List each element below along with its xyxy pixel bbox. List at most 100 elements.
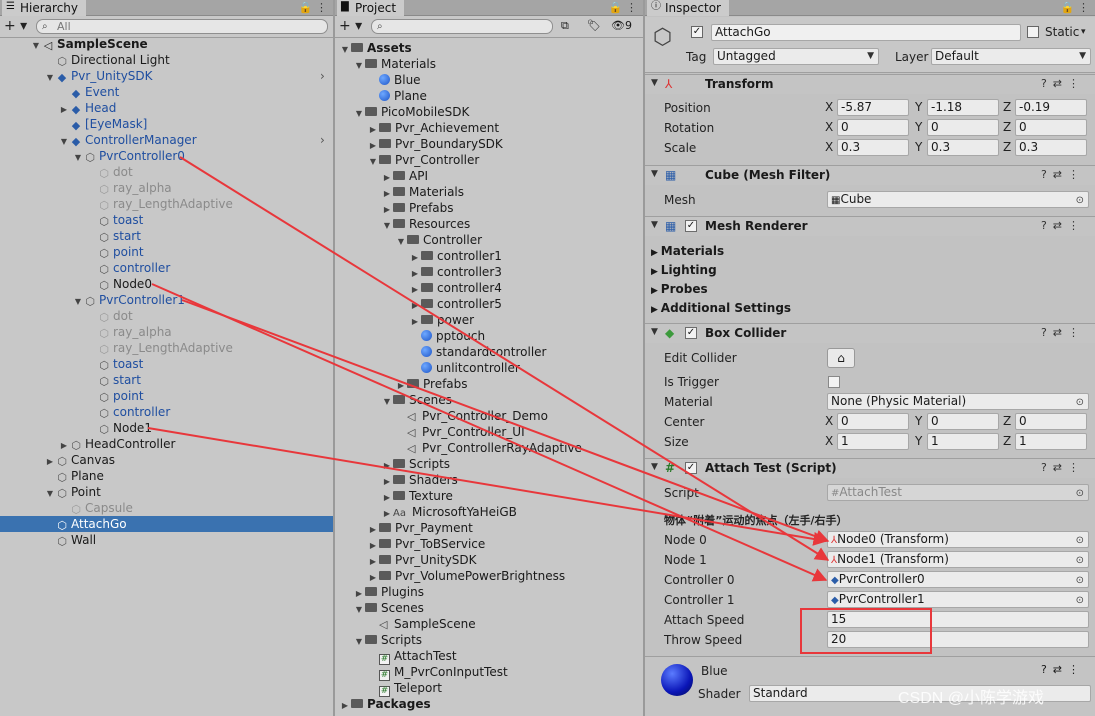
mesh-filter-header[interactable]: ▼ ▦ Cube (Mesh Filter) ?⇄⋮: [645, 165, 1095, 185]
object-name-field[interactable]: AttachGo: [711, 24, 1021, 41]
hierarchy-item[interactable]: ⬡ point: [86, 244, 143, 260]
project-item[interactable]: ▼ Scenes: [381, 392, 452, 408]
project-tab-menu-icon[interactable]: 🔒 ⋮: [609, 1, 637, 14]
expanded-arrow-icon[interactable]: ▼: [44, 486, 56, 502]
expanded-arrow-icon[interactable]: ▼: [381, 394, 393, 410]
project-item[interactable]: unlitcontroller: [409, 360, 520, 376]
project-create-button[interactable]: + ▾: [339, 18, 362, 34]
project-item[interactable]: ▶ API: [381, 168, 428, 184]
transform-header[interactable]: ▼ ⅄ Transform ?⇄⋮: [645, 74, 1095, 94]
object-picker-icon[interactable]: ⊙: [1076, 593, 1084, 607]
size-x-field[interactable]: 1: [837, 433, 909, 450]
position-x-field[interactable]: -5.87: [837, 99, 909, 116]
project-item[interactable]: ▼ Assets: [339, 40, 412, 56]
center-y-field[interactable]: 0: [927, 413, 999, 430]
expand-more-icon[interactable]: ›: [320, 68, 325, 84]
layer-dropdown[interactable]: Default ▼: [931, 48, 1091, 65]
hierarchy-item[interactable]: ▼ ◁ SampleScene: [30, 36, 148, 52]
project-item[interactable]: ▶ controller4: [409, 280, 502, 296]
hierarchy-item[interactable]: ⬡ toast: [86, 212, 143, 228]
expanded-arrow-icon[interactable]: ▼: [395, 234, 407, 250]
project-item[interactable]: # Teleport: [367, 680, 442, 697]
edit-collider-button[interactable]: ⌂: [827, 348, 855, 368]
project-item[interactable]: ◁ Pvr_Controller_Demo: [395, 408, 548, 424]
project-item[interactable]: Blue: [367, 72, 421, 88]
inspector-tab-menu-icon[interactable]: 🔒 ⋮: [1061, 1, 1089, 14]
project-item[interactable]: ▶ Pvr_VolumePowerBrightness: [367, 568, 565, 584]
center-z-field[interactable]: 0: [1015, 413, 1087, 430]
expanded-arrow-icon[interactable]: ▼: [30, 38, 42, 54]
project-item[interactable]: ▶ Pvr_UnitySDK: [367, 552, 477, 568]
project-item[interactable]: # M_PvrConInputTest: [367, 664, 508, 681]
expanded-arrow-icon[interactable]: ▼: [58, 134, 70, 150]
hierarchy-item[interactable]: ▼ ⬡ PvrController0: [72, 148, 185, 164]
project-item[interactable]: ▼ Scenes: [353, 600, 424, 616]
expanded-arrow-icon[interactable]: ▼: [72, 150, 84, 166]
hidden-packages-icon[interactable]: 👁9: [611, 19, 632, 32]
scale-y-field[interactable]: 0.3: [927, 139, 999, 156]
hierarchy-item[interactable]: ⬡ dot: [86, 164, 132, 180]
object-picker-icon[interactable]: ⊙: [1076, 573, 1084, 587]
hierarchy-item[interactable]: ▼ ◆ ControllerManager: [58, 132, 197, 148]
project-item[interactable]: ▶ Texture: [381, 488, 453, 504]
project-item[interactable]: ▼ Controller: [395, 232, 482, 248]
is-trigger-checkbox[interactable]: [828, 376, 840, 388]
expanded-arrow-icon[interactable]: ▼: [353, 106, 365, 122]
active-checkbox[interactable]: ✓: [691, 26, 703, 38]
hierarchy-item[interactable]: ⬡ dot: [86, 308, 132, 324]
hierarchy-item[interactable]: ⬡ Plane: [44, 468, 104, 484]
mesh-renderer-section[interactable]: ▶ Materials: [651, 243, 724, 259]
component-tools-icon[interactable]: ?⇄⋮: [1041, 663, 1085, 676]
tag-dropdown[interactable]: Untagged ▼: [713, 48, 879, 65]
box-collider-enabled-checkbox[interactable]: ✓: [685, 327, 697, 339]
project-item[interactable]: ▶ controller3: [409, 264, 502, 280]
project-item[interactable]: ▶ Plugins: [353, 584, 424, 600]
shader-dropdown[interactable]: Standard: [749, 685, 1091, 702]
project-item[interactable]: ▼ Resources: [381, 216, 470, 232]
object-picker-icon[interactable]: ⊙: [1076, 553, 1084, 567]
expanded-arrow-icon[interactable]: ▼: [339, 42, 351, 58]
hierarchy-tab[interactable]: ☰ Hierarchy: [2, 0, 87, 16]
hierarchy-item[interactable]: ⬡ toast: [86, 356, 143, 372]
hierarchy-item[interactable]: ◆ [EyeMask]: [58, 116, 148, 132]
node1-field[interactable]: ⅄Node1 (Transform) ⊙: [827, 551, 1089, 568]
mesh-renderer-header[interactable]: ▼ ▦ ✓ Mesh Renderer ?⇄⋮: [645, 216, 1095, 236]
hierarchy-item[interactable]: ⬡ Directional Light: [44, 52, 169, 68]
attach-test-enabled-checkbox[interactable]: ✓: [685, 462, 697, 474]
expanded-arrow-icon[interactable]: ▼: [381, 218, 393, 234]
size-y-field[interactable]: 1: [927, 433, 999, 450]
project-item[interactable]: ▶ Shaders: [381, 472, 458, 488]
static-dropdown-icon[interactable]: ▾: [1081, 24, 1086, 40]
throw-speed-field[interactable]: 20: [827, 631, 1089, 648]
project-item[interactable]: ◁ Pvr_ControllerRayAdaptive: [395, 440, 582, 456]
project-item[interactable]: ▶ Pvr_Payment: [367, 520, 473, 536]
project-item[interactable]: # AttachTest: [367, 648, 457, 665]
project-item[interactable]: ◁ SampleScene: [367, 616, 476, 632]
hierarchy-item[interactable]: ⬡ AttachGo: [44, 516, 126, 532]
component-tools-icon[interactable]: ?⇄⋮: [1041, 168, 1085, 181]
collider-material-field[interactable]: None (Physic Material) ⊙: [827, 393, 1089, 410]
rotation-y-field[interactable]: 0: [927, 119, 999, 136]
project-search-input[interactable]: ⌕: [371, 19, 553, 34]
hierarchy-item[interactable]: ⬡ start: [86, 372, 141, 388]
project-item[interactable]: ▶ power: [409, 312, 474, 328]
component-tools-icon[interactable]: ?⇄⋮: [1041, 326, 1085, 339]
mesh-renderer-enabled-checkbox[interactable]: ✓: [685, 220, 697, 232]
expanded-arrow-icon[interactable]: ▼: [367, 154, 379, 170]
project-item[interactable]: Plane: [367, 88, 427, 104]
hierarchy-item[interactable]: ⬡ Node0: [86, 276, 152, 292]
scale-z-field[interactable]: 0.3: [1015, 139, 1087, 156]
controller1-field[interactable]: ◆PvrController1 ⊙: [827, 591, 1089, 608]
box-collider-header[interactable]: ▼ ◆ ✓ Box Collider ?⇄⋮: [645, 323, 1095, 343]
hierarchy-item[interactable]: ⬡ ray_alpha: [86, 180, 171, 196]
hierarchy-item[interactable]: ⬡ start: [86, 228, 141, 244]
hierarchy-search-input[interactable]: ⌕ All: [36, 19, 328, 34]
expanded-arrow-icon[interactable]: ▼: [353, 634, 365, 650]
hierarchy-item[interactable]: ⬡ controller: [86, 404, 170, 420]
project-item[interactable]: standardcontroller: [409, 344, 546, 360]
project-item[interactable]: pptouch: [409, 328, 485, 344]
project-item[interactable]: ▼ PicoMobileSDK: [353, 104, 469, 120]
static-checkbox[interactable]: [1027, 26, 1039, 38]
hierarchy-item[interactable]: ▼ ◆ Pvr_UnitySDK: [44, 68, 153, 84]
position-z-field[interactable]: -0.19: [1015, 99, 1087, 116]
